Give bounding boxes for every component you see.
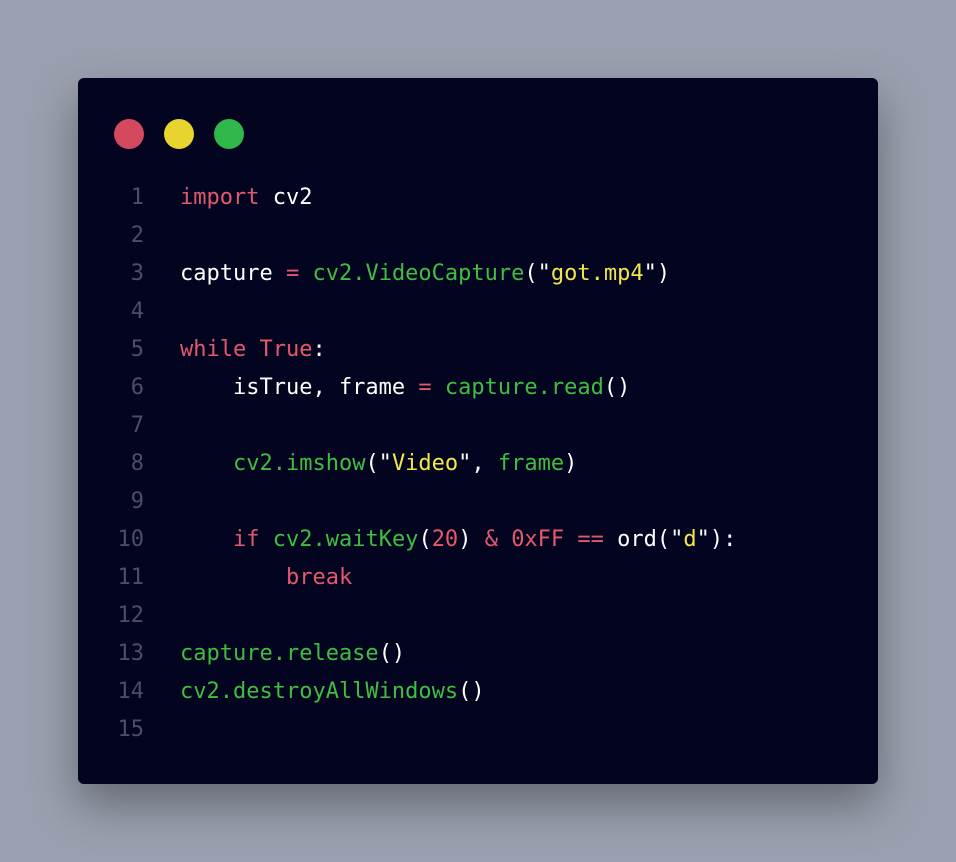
code-line: 7 [78,406,878,444]
line-source: capture = cv2.VideoCapture("got.mp4") [180,261,670,286]
line-source: capture.release() [180,641,405,666]
code-token: 20 [431,526,459,552]
line-number: 14 [117,678,145,704]
code-token: cv2.VideoCapture [312,260,525,286]
minimize-dot-icon[interactable] [164,119,194,149]
code-token: d [683,526,697,552]
code-line: 5 while True: [78,330,878,368]
code-line: 9 [78,482,878,520]
line-source: if cv2.waitKey(20) & 0xFF == ord("d"): [180,527,736,552]
code-line: 8 cv2.imshow("Video", frame) [78,444,878,482]
close-dot-icon[interactable] [114,119,144,149]
line-number: 1 [130,184,144,210]
code-token: = [285,260,300,286]
code-token: cv2.imshow [232,450,366,476]
line-number: 15 [117,716,145,742]
code-token: 0xFF [511,526,565,552]
code-token: True [259,336,313,362]
code-editor: 1 import cv2 2 3 capture = cv2.VideoCapture(… [78,178,878,748]
line-number: 10 [117,526,145,552]
code-line: 11 break [78,558,878,596]
code-token: cv2 [259,184,313,210]
line-number: 9 [130,488,144,514]
code-token: isTrue, frame [180,374,419,400]
code-token: & [484,526,498,552]
line-number: 5 [130,336,144,362]
code-token: (" [524,260,551,286]
code-token: (" [365,450,392,476]
code-token: ") [643,260,671,286]
code-token: ord [603,526,657,552]
line-number: 3 [130,260,144,286]
code-token: (" [656,526,684,552]
code-token: cv2.destroyAllWindows [180,678,459,704]
zoom-dot-icon[interactable] [214,119,244,149]
code-line: 12 [78,596,878,634]
code-token: () [458,678,485,704]
line-source: isTrue, frame = capture.read() [180,375,630,400]
line-source: while True: [180,337,326,362]
code-line: 10 if cv2.waitKey(20) & 0xFF == ord("d")… [78,520,878,558]
code-line: 13 capture.release() [78,634,878,672]
code-token: while [180,336,247,362]
code-token: ) [458,526,485,552]
code-token: = [418,374,432,400]
code-token: capture.read [444,374,604,400]
code-line: 14 cv2.destroyAllWindows() [78,672,878,710]
code-token: break [285,564,353,590]
code-line: 4 [78,292,878,330]
line-source: import cv2 [180,185,312,210]
code-token: cv2.waitKey [272,526,419,552]
code-token: == [577,526,604,552]
code-token: ) [564,450,578,476]
line-number: 11 [117,564,145,590]
code-token: if [232,526,260,552]
code-token: ", [458,450,498,476]
line-source: break [180,565,352,590]
code-window: 1 import cv2 2 3 capture = cv2.VideoCapture(… [78,78,878,784]
code-token: Video [391,450,459,476]
code-token: () [378,640,406,666]
line-number: 6 [130,374,144,400]
line-number: 13 [117,640,145,666]
code-token: : [312,336,326,362]
code-token: capture.release [180,640,379,666]
code-token: () [603,374,631,400]
code-line: 2 [78,216,878,254]
code-token: "): [696,526,737,552]
line-number: 12 [117,602,145,628]
code-line: 3 capture = cv2.VideoCapture("got.mp4") [78,254,878,292]
line-source: cv2.imshow("Video", frame) [180,451,577,476]
code-token: import [180,184,260,210]
code-token: got.mp4 [550,260,644,286]
code-token: frame [497,450,565,476]
line-number: 2 [130,222,144,248]
line-number: 7 [130,412,144,438]
code-line: 6 isTrue, frame = capture.read() [78,368,878,406]
code-line: 15 [78,710,878,748]
code-token: capture [180,260,286,286]
window-controls [114,119,244,149]
code-token: ( [418,526,432,552]
line-number: 4 [130,298,144,324]
line-source: cv2.destroyAllWindows() [180,679,485,704]
line-number: 8 [130,450,144,476]
code-line: 1 import cv2 [78,178,878,216]
